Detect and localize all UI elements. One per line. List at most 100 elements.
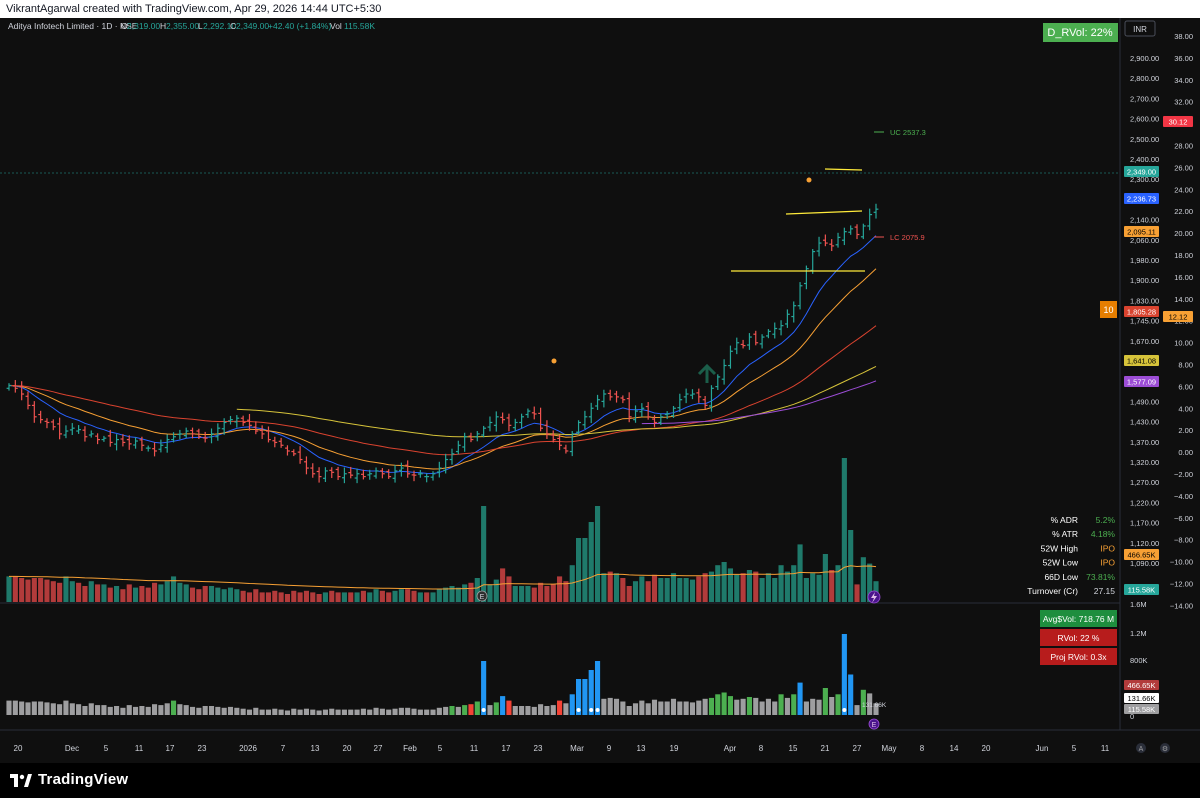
tradingview-brand[interactable]: TradingView bbox=[38, 771, 128, 788]
volume-bar bbox=[272, 590, 278, 602]
volume-bar bbox=[386, 592, 392, 602]
rvol-bar bbox=[639, 700, 645, 715]
rvol-bar bbox=[632, 703, 639, 715]
signal-dot-mar bbox=[551, 358, 557, 364]
volume-bar bbox=[329, 590, 335, 602]
rvol-bar bbox=[506, 700, 512, 715]
change-value: +42.40 (+1.84%) bbox=[268, 21, 331, 31]
rvol-bar bbox=[677, 701, 683, 715]
rvol-bar bbox=[177, 704, 183, 715]
price-tick-label: 1,830.00 bbox=[1130, 296, 1159, 305]
trend-lines[interactable] bbox=[731, 168, 865, 272]
rvol-bar bbox=[689, 702, 696, 715]
tradingview-logo-icon[interactable] bbox=[10, 772, 32, 788]
high-value: 2,355.00 bbox=[166, 21, 199, 31]
chart-svg[interactable]: Aditya Infotech Limited · 1D · NSE O 2,3… bbox=[0, 18, 1200, 763]
percent-tick-label: 14.00 bbox=[1174, 295, 1193, 304]
rvol-bar bbox=[791, 694, 797, 715]
rvol-bar bbox=[19, 701, 25, 715]
time-tick-label: 7 bbox=[281, 744, 286, 753]
volume-bar bbox=[689, 579, 696, 602]
time-tick-label: Feb bbox=[403, 744, 417, 753]
rvol-bar bbox=[379, 708, 385, 715]
time-tick-label: 14 bbox=[950, 744, 959, 753]
ohlc-legend: Aditya Infotech Limited · 1D · NSE O 2,3… bbox=[8, 21, 375, 31]
rvol-bar bbox=[69, 703, 75, 715]
volume-bar bbox=[658, 578, 664, 602]
rvol-bar bbox=[582, 679, 588, 715]
volume-bar bbox=[829, 570, 835, 602]
rvol-bar bbox=[449, 706, 455, 715]
time-tick-label: 5 bbox=[1072, 744, 1077, 753]
ema-50-line bbox=[8, 325, 877, 456]
volume-bar bbox=[291, 590, 297, 602]
volume-bar bbox=[57, 582, 63, 602]
support-line-top[interactable] bbox=[785, 210, 863, 215]
rvol-bar bbox=[557, 700, 563, 715]
price-tag-text: 1,641.08 bbox=[1127, 357, 1156, 366]
time-tick-label: 23 bbox=[198, 744, 207, 753]
rvol-tag-text: 466.65K bbox=[1128, 681, 1156, 690]
rvol-bar bbox=[525, 706, 531, 715]
percent-tick-label: −12.00 bbox=[1170, 580, 1193, 589]
price-tag-text: 115.58K bbox=[1128, 586, 1155, 595]
vol-value: 115.58K bbox=[344, 21, 375, 31]
volume-bar bbox=[405, 589, 411, 602]
volume-bar bbox=[455, 587, 461, 602]
volume-bar bbox=[373, 589, 379, 602]
close-value: 2,349.00 bbox=[236, 21, 269, 31]
price-tag-text: 2,095.11 bbox=[1127, 228, 1156, 237]
signal-dot-apr bbox=[806, 177, 812, 183]
rvol-bar bbox=[265, 709, 272, 715]
rvol-bar bbox=[322, 709, 328, 715]
rvol-bar bbox=[778, 694, 784, 715]
volume-bar bbox=[177, 582, 183, 602]
volume-bar bbox=[183, 584, 189, 602]
volume-bar bbox=[670, 573, 677, 602]
rvol-bar bbox=[753, 697, 759, 715]
rvol-bar bbox=[702, 698, 708, 715]
rvol-axis-zero: 0 bbox=[1130, 712, 1134, 721]
volume-bar bbox=[348, 592, 354, 602]
settings-glyph: ⚙ bbox=[1162, 745, 1168, 753]
volume-bar bbox=[88, 581, 94, 602]
volume-bar bbox=[531, 587, 537, 602]
percent-tick-label: −2.00 bbox=[1174, 470, 1193, 479]
rvol-bar bbox=[341, 709, 347, 715]
rvol-bar bbox=[348, 709, 354, 715]
rvol-bar bbox=[613, 698, 620, 715]
volume-bar bbox=[82, 586, 88, 602]
rvol-bar bbox=[740, 698, 746, 715]
stat-label: % ATR bbox=[1052, 529, 1078, 539]
time-tick-label: May bbox=[881, 744, 896, 753]
price-tick-label: 1,490.00 bbox=[1130, 397, 1159, 406]
chart-frame[interactable]: Aditya Infotech Limited · 1D · NSE O 2,3… bbox=[0, 18, 1200, 763]
time-axis[interactable]: 20 Dec 5 11 17 23 2026 7 13 20 27 Feb 5 11 17 23 Mar 9 13 1… bbox=[14, 744, 1110, 753]
rvol-bar bbox=[430, 709, 436, 715]
rvol-bar bbox=[715, 694, 721, 715]
volume-bar bbox=[392, 590, 398, 602]
volume-bar bbox=[354, 592, 360, 602]
rvol-bar bbox=[63, 700, 69, 715]
rvol-bar bbox=[259, 709, 265, 715]
rvol-bar bbox=[563, 703, 569, 715]
price-tick-label: 1,370.00 bbox=[1130, 438, 1159, 447]
volume-bar bbox=[398, 589, 404, 602]
rvol-bar bbox=[360, 708, 366, 715]
time-tick-label: 23 bbox=[534, 744, 543, 753]
rvol-bar bbox=[848, 674, 854, 715]
volume-bar bbox=[443, 587, 449, 602]
rvol-spike-dot bbox=[576, 708, 581, 712]
volume-bar bbox=[189, 587, 196, 602]
rvol-bar bbox=[88, 703, 94, 715]
rvol-bar bbox=[272, 708, 278, 715]
time-tick-label: 20 bbox=[343, 744, 352, 753]
volume-bar bbox=[215, 587, 221, 602]
volume-bars bbox=[6, 458, 879, 602]
rvol-bar bbox=[658, 701, 664, 715]
volume-bar bbox=[696, 576, 702, 602]
price-tick-label: 1,430.00 bbox=[1130, 418, 1159, 427]
price-tick-label: 2,600.00 bbox=[1130, 115, 1159, 124]
stat-label: Turnover (Cr) bbox=[1027, 586, 1078, 596]
resistance-line-top[interactable] bbox=[824, 168, 863, 171]
